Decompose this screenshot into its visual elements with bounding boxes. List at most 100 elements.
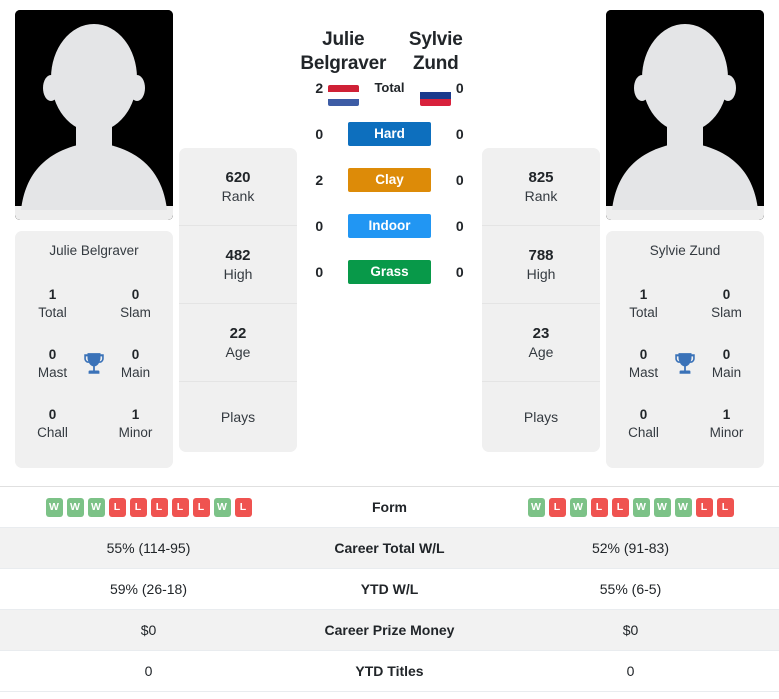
left-titles-grid: 1 Total 0 Slam 0 Mast 0 Main 0 Chall 1 M… xyxy=(23,274,165,454)
left-player-photo[interactable] xyxy=(15,10,173,220)
surface-row-clay: 2 Clay 0 xyxy=(305,168,474,192)
right-form-badge-6[interactable]: W xyxy=(653,497,671,517)
left-titles-chall: 0 Chall xyxy=(27,406,78,442)
right-age-block: 23 Age xyxy=(482,304,600,382)
left-titles-main: 0 Main xyxy=(110,346,161,382)
left-trophy-slot xyxy=(78,351,110,377)
left-score-clay: 2 xyxy=(315,172,324,188)
right-score-indoor: 0 xyxy=(455,218,464,234)
left-titles-chall-value: 0 xyxy=(48,406,57,422)
right-titles-minor: 1 Minor xyxy=(701,406,752,442)
left-titles-mast: 0 Mast xyxy=(27,346,78,382)
table-row-form: WWWLLLLLWL Form WLWLLWWWLL xyxy=(0,487,779,528)
left-age-block: 22 Age xyxy=(179,304,297,382)
left-form-badge-3[interactable]: L xyxy=(108,497,126,517)
right-form-strip: WLWLLWWWLL xyxy=(527,497,734,517)
right-titles-slam-value: 0 xyxy=(722,286,731,302)
head-to-head-comparison: Julie Belgraver 1 Total 0 Slam 0 Mast 0 … xyxy=(0,0,779,478)
row-label-ytd-wl: YTD W/L xyxy=(360,581,419,597)
right-rank-label: Rank xyxy=(524,188,558,205)
right-plays-block: Plays xyxy=(482,382,600,452)
right-titles-grid: 1 Total 0 Slam 0 Mast 0 Main 0 Chall 1 M… xyxy=(614,274,756,454)
right-titles-main: 0 Main xyxy=(701,346,752,382)
right-form-badge-2[interactable]: W xyxy=(569,497,587,517)
left-form-badge-1[interactable]: W xyxy=(66,497,84,517)
left-plays-label: Plays xyxy=(220,408,256,425)
left-form-badge-9[interactable]: L xyxy=(234,497,252,517)
right-titles-chall: 0 Chall xyxy=(618,406,669,442)
table-row-ytd-wl: 59% (26-18) YTD W/L 55% (6-5) xyxy=(0,569,779,610)
right-form-badge-0[interactable]: W xyxy=(527,497,545,517)
right-form-badge-9[interactable]: L xyxy=(716,497,734,517)
left-titles-main-label: Main xyxy=(120,365,151,380)
right-player-name-line1: Sylvie Zund xyxy=(408,29,463,74)
left-form-badge-0[interactable]: W xyxy=(45,497,63,517)
right-score-grass: 0 xyxy=(455,264,464,280)
left-titles-row-mast-main: 0 Mast 0 Main xyxy=(23,346,165,382)
left-ytd-titles: 0 xyxy=(144,663,153,679)
row-label-ytd-titles: YTD Titles xyxy=(355,663,424,679)
right-player-photo[interactable] xyxy=(606,10,764,220)
left-form-badge-2[interactable]: W xyxy=(87,497,105,517)
left-player-name-line1: Julie xyxy=(322,29,365,50)
left-titles-slam-label: Slam xyxy=(120,305,151,320)
left-score-total: 2 xyxy=(315,80,324,96)
left-form-badge-7[interactable]: L xyxy=(192,497,210,517)
left-titles-total: 1 Total xyxy=(27,286,78,322)
left-player-titles-card: Julie Belgraver 1 Total 0 Slam 0 Mast 0 … xyxy=(15,231,173,468)
left-titles-slam-value: 0 xyxy=(131,286,140,302)
surface-badge-hard[interactable]: Hard xyxy=(347,122,432,146)
surface-badge-indoor[interactable]: Indoor xyxy=(347,214,432,238)
right-form-badge-4[interactable]: L xyxy=(611,497,629,517)
right-form-badge-3[interactable]: L xyxy=(590,497,608,517)
left-form-badge-8[interactable]: W xyxy=(213,497,231,517)
left-titles-row-chall-minor: 0 Chall 1 Minor xyxy=(23,406,165,442)
right-player-titles-card: Sylvie Zund 1 Total 0 Slam 0 Mast 0 Main… xyxy=(606,231,764,468)
left-form-badge-4[interactable]: L xyxy=(129,497,147,517)
left-ytd-wl: 59% (26-18) xyxy=(109,581,188,597)
left-titles-main-value: 0 xyxy=(131,346,140,362)
right-rank-value: 825 xyxy=(528,168,554,186)
right-titles-chall-value: 0 xyxy=(639,406,648,422)
left-score-hard: 0 xyxy=(315,126,324,142)
right-high-block: 788 High xyxy=(482,226,600,304)
right-titles-row-mast-main: 0 Mast 0 Main xyxy=(614,346,756,382)
left-titles-mast-label: Mast xyxy=(37,365,68,380)
right-trophy-slot xyxy=(669,351,701,377)
left-form-badge-5[interactable]: L xyxy=(150,497,168,517)
right-form-badge-7[interactable]: W xyxy=(674,497,692,517)
center-comparison-column: Julie Belgraver Sylvie Zund 2 Total 0 0 … xyxy=(297,10,482,284)
surface-badge-grass[interactable]: Grass xyxy=(347,260,432,284)
right-form-badge-1[interactable]: L xyxy=(548,497,566,517)
surface-row-indoor: 0 Indoor 0 xyxy=(305,214,474,238)
right-career-total-wl: 52% (91-83) xyxy=(591,540,670,556)
left-score-grass: 0 xyxy=(315,264,324,280)
right-form-badge-8[interactable]: L xyxy=(695,497,713,517)
right-titles-main-label: Main xyxy=(711,365,742,380)
right-ytd-titles: 0 xyxy=(626,663,635,679)
person-silhouette-icon xyxy=(15,10,173,220)
right-form-badge-5[interactable]: W xyxy=(632,497,650,517)
row-label-career-prize-money: Career Prize Money xyxy=(324,622,455,638)
right-titles-minor-value: 1 xyxy=(722,406,731,422)
right-score-total: 0 xyxy=(455,80,464,96)
surface-row-grass: 0 Grass 0 xyxy=(305,260,474,284)
left-score-indoor: 0 xyxy=(315,218,324,234)
left-form-strip: WWWLLLLLWL xyxy=(45,497,252,517)
table-row-career-prize-money: $0 Career Prize Money $0 xyxy=(0,610,779,651)
right-age-value: 23 xyxy=(532,324,550,342)
left-career-total-wl: 55% (114-95) xyxy=(106,540,191,556)
surface-row-hard: 0 Hard 0 xyxy=(305,122,474,146)
left-titles-chall-label: Chall xyxy=(37,425,68,440)
left-age-label: Age xyxy=(225,344,251,361)
right-player-column: Sylvie Zund 1 Total 0 Slam 0 Mast 0 Main… xyxy=(606,10,764,468)
left-titles-minor-value: 1 xyxy=(131,406,140,422)
left-form-badge-6[interactable]: L xyxy=(171,497,189,517)
right-career-prize-money: $0 xyxy=(622,622,639,638)
surface-row-total: 2 Total 0 xyxy=(305,76,474,100)
surface-badge-clay[interactable]: Clay xyxy=(347,168,432,192)
right-titles-minor-label: Minor xyxy=(709,425,744,440)
right-titles-chall-label: Chall xyxy=(628,425,659,440)
left-career-prize-money: $0 xyxy=(140,622,157,638)
right-ytd-wl: 55% (6-5) xyxy=(599,581,662,597)
